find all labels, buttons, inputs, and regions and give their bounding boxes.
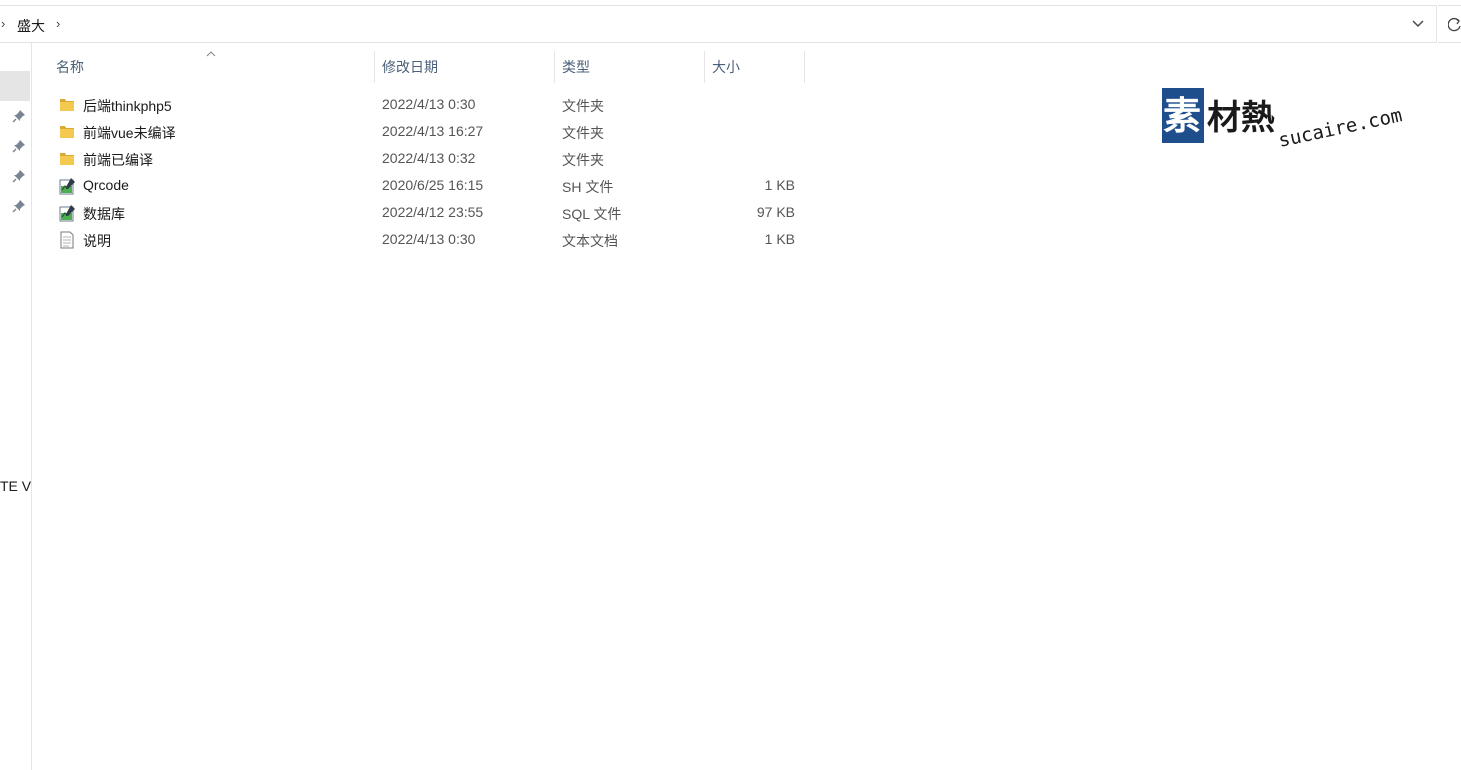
refresh-button[interactable] <box>1438 5 1461 43</box>
pin-icon[interactable] <box>12 199 26 213</box>
file-row[interactable]: 前端vue未编译 2022/4/13 16:27 文件夹 <box>52 119 807 145</box>
file-size: 97 KB <box>756 204 795 220</box>
pin-icon[interactable] <box>12 109 26 123</box>
text-file-icon <box>58 231 76 249</box>
file-type: 文件夹 <box>562 125 604 141</box>
file-type: SQL 文件 <box>562 206 622 222</box>
file-name: 说明 <box>83 233 111 249</box>
file-name: 数据库 <box>83 206 125 222</box>
file-row[interactable]: Qrcode 2020/6/25 16:15 SH 文件 1 KB <box>52 173 807 199</box>
file-name: 前端已编译 <box>83 152 153 168</box>
file-row[interactable]: 数据库 2022/4/12 23:55 SQL 文件 97 KB <box>52 200 807 226</box>
nav-item-selected[interactable] <box>0 71 30 101</box>
file-name: 后端thinkphp5 <box>83 98 172 114</box>
file-date: 2022/4/13 0:30 <box>382 231 476 247</box>
file-row[interactable]: 后端thinkphp5 2022/4/13 0:30 文件夹 <box>52 92 807 118</box>
file-size: 1 KB <box>764 231 795 247</box>
folder-icon <box>58 96 76 114</box>
script-file-icon <box>58 204 76 222</box>
nav-item-label[interactable]: TE V <box>0 478 31 494</box>
column-header-name[interactable]: 名称 <box>49 51 375 83</box>
file-date: 2022/4/13 16:27 <box>382 123 484 139</box>
file-name: 前端vue未编译 <box>83 125 176 141</box>
file-date: 2022/4/13 0:30 <box>382 96 476 112</box>
file-type: 文本文档 <box>562 233 618 249</box>
pin-icon[interactable] <box>12 139 26 153</box>
file-row[interactable]: 前端已编译 2022/4/13 0:32 文件夹 <box>52 146 807 172</box>
address-bar[interactable]: › 盛大 › <box>0 5 1437 43</box>
navigation-pane[interactable]: TE V <box>0 43 32 770</box>
folder-icon <box>58 123 76 141</box>
file-date: 2020/6/25 16:15 <box>382 177 484 193</box>
file-name: Qrcode <box>83 177 129 193</box>
file-date: 2022/4/12 23:55 <box>382 204 484 220</box>
file-type: 文件夹 <box>562 98 604 114</box>
svg-text:材熱: 材熱 <box>1207 98 1275 138</box>
column-header-type[interactable]: 类型 <box>555 51 705 83</box>
file-size: 1 KB <box>764 177 795 193</box>
watermark-logo: 素 材熱 sucaire.com <box>1162 88 1404 152</box>
breadcrumb-item[interactable]: 盛大 <box>17 16 45 36</box>
refresh-icon <box>1448 17 1461 32</box>
column-header-size[interactable]: 大小 <box>705 51 805 83</box>
pin-icon[interactable] <box>12 169 26 183</box>
folder-icon <box>58 150 76 168</box>
breadcrumb-chevron-icon[interactable]: › <box>1 16 5 31</box>
file-row[interactable]: 说明 2022/4/13 0:30 文本文档 1 KB <box>52 227 807 253</box>
file-date: 2022/4/13 0:32 <box>382 150 476 166</box>
file-type: 文件夹 <box>562 152 604 168</box>
column-header-date[interactable]: 修改日期 <box>375 51 555 83</box>
svg-text:素: 素 <box>1163 94 1201 138</box>
svg-text:sucaire.com: sucaire.com <box>1276 104 1404 152</box>
script-file-icon <box>58 177 76 195</box>
address-history-chevron-down-icon[interactable] <box>1410 15 1426 31</box>
breadcrumb-chevron-icon[interactable]: › <box>56 16 60 31</box>
file-type: SH 文件 <box>562 179 614 195</box>
